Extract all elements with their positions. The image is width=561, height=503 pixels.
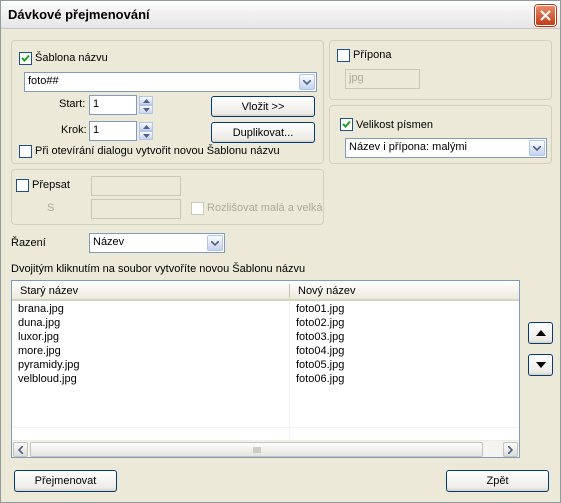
- insert-button[interactable]: Vložit >>: [211, 96, 315, 117]
- old-name-cell: brana.jpg: [18, 303, 64, 315]
- scroll-left-button[interactable]: [13, 442, 28, 457]
- chevron-down-icon: [303, 79, 311, 85]
- start-spinner[interactable]: [139, 96, 153, 114]
- case-combo-button[interactable]: [529, 140, 545, 156]
- spin-down-icon[interactable]: [139, 131, 153, 140]
- list-header: Starý název Nový název: [12, 281, 519, 301]
- template-combo[interactable]: foto##: [24, 72, 317, 92]
- window-title: Dávkové přejmenování: [8, 7, 150, 22]
- move-up-button[interactable]: [528, 322, 553, 344]
- overwrite-input: [91, 176, 181, 196]
- batch-rename-dialog: Dávkové přejmenování Šablona názvu foto#…: [0, 0, 561, 503]
- chevron-down-icon: [211, 240, 219, 246]
- overwrite-label: Přepsat: [32, 179, 70, 191]
- new-on-open-checkbox[interactable]: [19, 145, 32, 158]
- back-button[interactable]: Zpět: [446, 470, 549, 492]
- template-label: Šablona názvu: [35, 52, 108, 64]
- case-selected-value: Název i přípona: malými: [349, 141, 467, 153]
- sort-select[interactable]: Název: [89, 233, 225, 253]
- move-down-button[interactable]: [528, 354, 553, 376]
- table-row[interactable]: luxor.jpg foto03.jpg: [12, 331, 519, 345]
- old-name-cell: pyramidy.jpg: [18, 359, 80, 371]
- spin-down-icon[interactable]: [139, 105, 153, 114]
- overwrite-checkbox[interactable]: [16, 179, 29, 192]
- grip-icon: [253, 446, 260, 453]
- case-checkbox[interactable]: [340, 118, 353, 131]
- table-row[interactable]: brana.jpg foto01.jpg: [12, 303, 519, 317]
- step-value: 1: [93, 124, 100, 136]
- overwrite-with-label: S: [47, 202, 55, 214]
- spin-up-icon[interactable]: [139, 96, 153, 105]
- start-input[interactable]: 1: [89, 95, 137, 115]
- column-new-name[interactable]: Nový název: [290, 281, 519, 299]
- spin-up-icon[interactable]: [139, 122, 153, 131]
- sort-selected-value: Název: [93, 236, 125, 248]
- step-label: Krok:: [61, 124, 87, 136]
- case-sensitive-checkbox: [191, 202, 204, 215]
- scroll-thumb[interactable]: [30, 442, 483, 457]
- template-combo-button[interactable]: [299, 74, 315, 90]
- template-checkbox[interactable]: [19, 52, 32, 65]
- close-icon: [540, 10, 551, 21]
- new-name-cell: foto01.jpg: [296, 303, 345, 315]
- new-name-cell: foto02.jpg: [296, 317, 345, 329]
- new-name-cell: foto04.jpg: [296, 345, 345, 357]
- chevron-right-icon: [508, 445, 513, 454]
- overwrite-with-input: [91, 199, 181, 219]
- extension-value: jpg: [349, 72, 364, 84]
- hint-text: Dvojitým kliknutím na soubor vytvoříte n…: [11, 263, 306, 275]
- table-row[interactable]: duna.jpg foto02.jpg: [12, 317, 519, 331]
- checkmark-icon: [21, 54, 30, 62]
- sort-combo-button[interactable]: [207, 235, 223, 251]
- case-sensitive-label: Rozlišovat malá a velká: [207, 202, 323, 214]
- step-spinner[interactable]: [139, 122, 153, 140]
- scroll-right-button[interactable]: [503, 442, 518, 457]
- new-name-cell: foto05.jpg: [296, 359, 345, 371]
- case-select[interactable]: Název i přípona: malými: [345, 138, 547, 158]
- triangle-down-icon: [535, 362, 546, 368]
- chevron-down-icon: [533, 145, 541, 151]
- extension-label: Přípona: [353, 49, 392, 61]
- file-list[interactable]: Starý název Nový název brana.jpg foto01.j…: [11, 280, 520, 458]
- chevron-left-icon: [18, 445, 23, 454]
- new-on-open-label: Při otevírání dialogu vytvořit novou Šab…: [35, 145, 280, 157]
- start-label: Start:: [59, 98, 86, 110]
- title-bar[interactable]: Dávkové přejmenování: [1, 1, 560, 29]
- table-row[interactable]: more.jpg foto04.jpg: [12, 345, 519, 359]
- template-value: foto##: [28, 75, 59, 87]
- duplicate-button[interactable]: Duplikovat...: [211, 122, 315, 143]
- old-name-cell: more.jpg: [18, 345, 61, 357]
- rename-button[interactable]: Přejmenovat: [14, 470, 117, 492]
- triangle-up-icon: [535, 330, 546, 336]
- table-row[interactable]: pyramidy.jpg foto05.jpg: [12, 359, 519, 373]
- step-input[interactable]: 1: [89, 121, 137, 141]
- old-name-cell: velbloud.jpg: [18, 373, 77, 385]
- checkmark-icon: [342, 120, 351, 128]
- table-row[interactable]: velbloud.jpg foto06.jpg: [12, 373, 519, 387]
- sort-label: Řazení: [11, 237, 46, 249]
- horizontal-scrollbar[interactable]: [12, 440, 519, 457]
- old-name-cell: duna.jpg: [18, 317, 61, 329]
- column-old-name[interactable]: Starý název: [12, 281, 289, 299]
- new-name-cell: foto06.jpg: [296, 373, 345, 385]
- new-name-cell: foto03.jpg: [296, 331, 345, 343]
- extension-input: jpg: [345, 69, 420, 89]
- extension-checkbox[interactable]: [337, 49, 350, 62]
- old-name-cell: luxor.jpg: [18, 331, 59, 343]
- close-button[interactable]: [535, 5, 556, 26]
- start-value: 1: [93, 98, 100, 110]
- case-label: Velikost písmen: [356, 119, 434, 131]
